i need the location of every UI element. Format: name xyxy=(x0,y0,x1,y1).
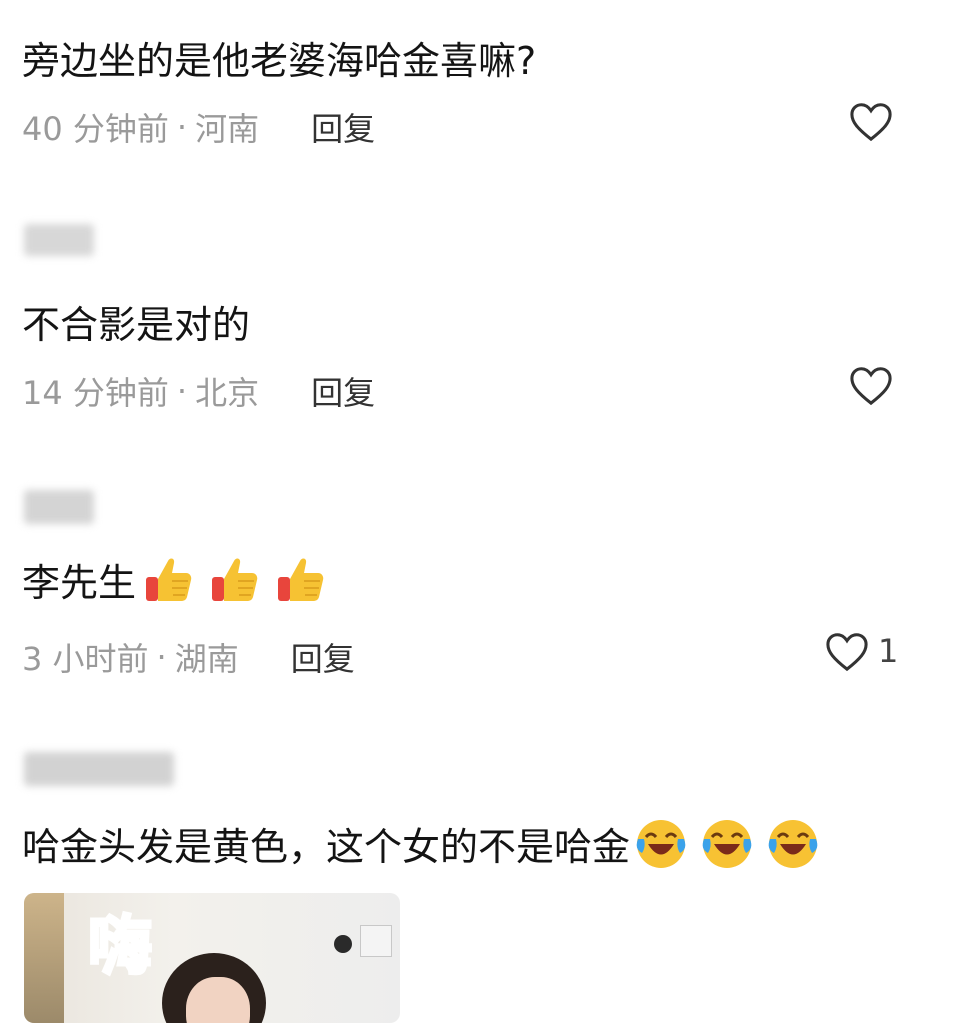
image-wall-button xyxy=(334,935,352,953)
reply-button[interactable]: 回复 xyxy=(311,104,375,150)
thumbs-up-icon xyxy=(146,558,192,601)
comment-meta: 40 分钟前 · 河南 回复 xyxy=(22,104,375,150)
laughing-crying-icon xyxy=(702,819,752,868)
meta-separator: · xyxy=(176,372,188,410)
like-count: 1 xyxy=(878,632,899,670)
comment-time: 3 小时前 xyxy=(22,640,149,678)
username-blurred-text[interactable] xyxy=(24,752,174,786)
comment-text: 不合影是对的 xyxy=(22,303,251,347)
reply-button[interactable]: 回复 xyxy=(311,368,375,414)
comment-time: 14 分钟前 xyxy=(22,374,169,412)
username-blurred-avatar-text xyxy=(24,224,94,256)
like-button[interactable] xyxy=(848,364,902,406)
comment-meta: 14 分钟前 · 北京 回复 xyxy=(22,368,375,414)
heart-icon xyxy=(826,633,868,672)
image-caption: 嗨 xyxy=(87,909,154,986)
meta-separator: · xyxy=(176,108,188,146)
comment-text-row: 李先生 xyxy=(22,552,328,607)
comment-location: 北京 xyxy=(195,374,260,412)
laughing-crying-icon xyxy=(636,819,686,868)
like-button[interactable]: 1 xyxy=(824,630,898,672)
image-wall-switch xyxy=(360,925,392,957)
thumbs-up-icon xyxy=(278,558,324,601)
comment-location: 湖南 xyxy=(174,640,239,678)
comment-text: 旁边坐的是他老婆海哈金喜嘛? xyxy=(22,39,537,83)
comment-image[interactable]: 嗨 xyxy=(24,893,400,1023)
heart-icon xyxy=(850,367,892,406)
like-button[interactable] xyxy=(848,100,902,142)
comment-text-row: 哈金头发是黄色，这个女的不是哈金 xyxy=(22,816,820,871)
thumbs-up-icon xyxy=(212,558,258,601)
meta-separator: · xyxy=(156,638,167,676)
comment-location: 河南 xyxy=(195,110,260,148)
username-blurred-text[interactable] xyxy=(24,490,94,524)
reply-button[interactable]: 回复 xyxy=(291,634,355,680)
comment-meta: 3 小时前 · 湖南 回复 xyxy=(22,634,355,680)
image-left-frame xyxy=(24,893,64,1023)
comment-time: 40 分钟前 xyxy=(22,110,169,148)
laughing-crying-icon xyxy=(768,819,818,868)
comment-text: 哈金头发是黄色，这个女的不是哈金 xyxy=(22,825,631,869)
heart-icon xyxy=(850,103,892,142)
comment-text: 李先生 xyxy=(22,561,137,605)
